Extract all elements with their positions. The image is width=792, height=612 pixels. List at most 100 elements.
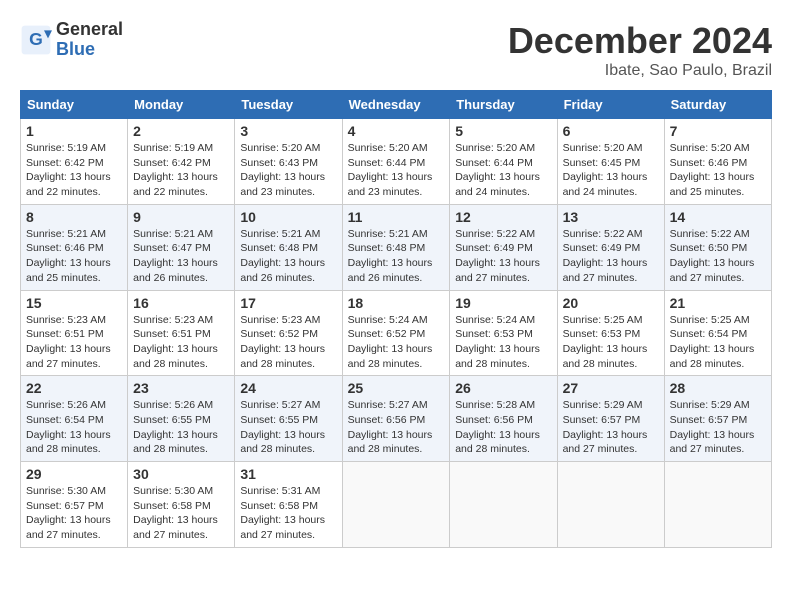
svg-text:G: G (29, 29, 43, 49)
day-info: Sunrise: 5:23 AM Sunset: 6:52 PM Dayligh… (240, 313, 336, 372)
calendar-cell: 25 Sunrise: 5:27 AM Sunset: 6:56 PM Dayli… (342, 376, 450, 462)
day-number: 8 (26, 209, 122, 225)
calendar-cell: 1Sunrise: 5:19 AM Sunset: 6:42 PM Daylig… (21, 119, 128, 205)
day-info: Sunrise: 5:20 AM Sunset: 6:45 PM Dayligh… (563, 141, 659, 200)
calendar-cell: 18 Sunrise: 5:24 AM Sunset: 6:52 PM Dayli… (342, 290, 450, 376)
calendar-header: SundayMondayTuesdayWednesdayThursdayFrid… (21, 91, 772, 119)
calendar-cell (557, 462, 664, 548)
calendar-body: 1 Sunrise: 5:19 AM Sunset: 6:42 PM Daylig… (21, 119, 772, 548)
day-number: 24 (240, 380, 336, 396)
calendar-cell: 17 Sunrise: 5:23 AM Sunset: 6:52 PM Dayli… (235, 290, 342, 376)
calendar-cell: 28Sunrise: 5:29 AM Sunset: 6:57 PM Dayli… (664, 376, 771, 462)
day-info: Sunrise: 5:23 AM Sunset: 6:51 PM Dayligh… (133, 313, 229, 372)
weekday-header-friday: Friday (557, 91, 664, 119)
day-number: 14 (670, 209, 766, 225)
calendar-cell (342, 462, 450, 548)
day-number: 1 (26, 123, 122, 139)
day-info: Sunrise: 5:25 AM Sunset: 6:54 PM Dayligh… (670, 313, 766, 372)
day-info: Sunrise: 5:27 AM Sunset: 6:55 PM Dayligh… (240, 398, 336, 457)
day-info: Sunrise: 5:21 AM Sunset: 6:48 PM Dayligh… (240, 227, 336, 286)
calendar-cell: 8Sunrise: 5:21 AM Sunset: 6:46 PM Daylig… (21, 204, 128, 290)
day-number: 20 (563, 295, 659, 311)
day-info: Sunrise: 5:26 AM Sunset: 6:54 PM Dayligh… (26, 398, 122, 457)
calendar-cell: 30 Sunrise: 5:30 AM Sunset: 6:58 PM Dayli… (128, 462, 235, 548)
weekday-header-saturday: Saturday (664, 91, 771, 119)
calendar-cell: 3 Sunrise: 5:20 AM Sunset: 6:43 PM Daylig… (235, 119, 342, 205)
day-info: Sunrise: 5:22 AM Sunset: 6:50 PM Dayligh… (670, 227, 766, 286)
day-info: Sunrise: 5:20 AM Sunset: 6:44 PM Dayligh… (348, 141, 445, 200)
day-number: 2 (133, 123, 229, 139)
day-info: Sunrise: 5:25 AM Sunset: 6:53 PM Dayligh… (563, 313, 659, 372)
day-number: 17 (240, 295, 336, 311)
weekday-header-monday: Monday (128, 91, 235, 119)
day-info: Sunrise: 5:21 AM Sunset: 6:47 PM Dayligh… (133, 227, 229, 286)
day-number: 3 (240, 123, 336, 139)
day-number: 29 (26, 466, 122, 482)
day-number: 15 (26, 295, 122, 311)
day-number: 18 (348, 295, 445, 311)
day-info: Sunrise: 5:24 AM Sunset: 6:53 PM Dayligh… (455, 313, 551, 372)
logo-line2: Blue (56, 40, 123, 60)
calendar-cell: 7 Sunrise: 5:20 AM Sunset: 6:46 PM Daylig… (664, 119, 771, 205)
calendar-cell: 6 Sunrise: 5:20 AM Sunset: 6:45 PM Daylig… (557, 119, 664, 205)
calendar-cell: 15 Sunrise: 5:23 AM Sunset: 6:51 PM Dayli… (21, 290, 128, 376)
calendar-cell: 11 Sunrise: 5:21 AM Sunset: 6:48 PM Dayli… (342, 204, 450, 290)
day-info: Sunrise: 5:24 AM Sunset: 6:52 PM Dayligh… (348, 313, 445, 372)
calendar-cell: 29Sunrise: 5:30 AM Sunset: 6:57 PM Dayli… (21, 462, 128, 548)
calendar-cell: 16 Sunrise: 5:23 AM Sunset: 6:51 PM Dayli… (128, 290, 235, 376)
day-info: Sunrise: 5:21 AM Sunset: 6:48 PM Dayligh… (348, 227, 445, 286)
calendar-cell: 13 Sunrise: 5:22 AM Sunset: 6:49 PM Dayli… (557, 204, 664, 290)
calendar-cell: 27Sunrise: 5:29 AM Sunset: 6:57 PM Dayli… (557, 376, 664, 462)
day-number: 4 (348, 123, 445, 139)
weekday-header-sunday: Sunday (21, 91, 128, 119)
calendar-cell: 20 Sunrise: 5:25 AM Sunset: 6:53 PM Dayli… (557, 290, 664, 376)
day-number: 16 (133, 295, 229, 311)
title-block: December 2024 Ibate, Sao Paulo, Brazil (508, 20, 772, 80)
day-number: 11 (348, 209, 445, 225)
calendar-cell: 12Sunrise: 5:22 AM Sunset: 6:49 PM Dayli… (450, 204, 557, 290)
calendar-cell (664, 462, 771, 548)
logo-icon: G (20, 24, 52, 56)
day-info: Sunrise: 5:27 AM Sunset: 6:56 PM Dayligh… (348, 398, 445, 457)
day-number: 22 (26, 380, 122, 396)
day-number: 5 (455, 123, 551, 139)
day-number: 7 (670, 123, 766, 139)
day-info: Sunrise: 5:20 AM Sunset: 6:43 PM Dayligh… (240, 141, 336, 200)
day-info: Sunrise: 5:20 AM Sunset: 6:46 PM Dayligh… (670, 141, 766, 200)
calendar-cell: 9Sunrise: 5:21 AM Sunset: 6:47 PM Daylig… (128, 204, 235, 290)
day-info: Sunrise: 5:31 AM Sunset: 6:58 PM Dayligh… (240, 484, 336, 543)
calendar-week-3: 15 Sunrise: 5:23 AM Sunset: 6:51 PM Dayli… (21, 290, 772, 376)
calendar-cell: 26 Sunrise: 5:28 AM Sunset: 6:56 PM Dayli… (450, 376, 557, 462)
day-number: 12 (455, 209, 551, 225)
weekday-header-row: SundayMondayTuesdayWednesdayThursdayFrid… (21, 91, 772, 119)
logo-text: General Blue (56, 20, 123, 60)
calendar-cell: 31Sunrise: 5:31 AM Sunset: 6:58 PM Dayli… (235, 462, 342, 548)
day-info: Sunrise: 5:30 AM Sunset: 6:58 PM Dayligh… (133, 484, 229, 543)
day-info: Sunrise: 5:19 AM Sunset: 6:42 PM Dayligh… (133, 141, 229, 200)
day-number: 10 (240, 209, 336, 225)
day-number: 30 (133, 466, 229, 482)
day-info: Sunrise: 5:22 AM Sunset: 6:49 PM Dayligh… (563, 227, 659, 286)
day-number: 27 (563, 380, 659, 396)
day-info: Sunrise: 5:28 AM Sunset: 6:56 PM Dayligh… (455, 398, 551, 457)
day-info: Sunrise: 5:23 AM Sunset: 6:51 PM Dayligh… (26, 313, 122, 372)
day-number: 13 (563, 209, 659, 225)
day-number: 25 (348, 380, 445, 396)
calendar-table: SundayMondayTuesdayWednesdayThursdayFrid… (20, 90, 772, 548)
calendar-cell: 23Sunrise: 5:26 AM Sunset: 6:55 PM Dayli… (128, 376, 235, 462)
day-number: 6 (563, 123, 659, 139)
weekday-header-tuesday: Tuesday (235, 91, 342, 119)
location: Ibate, Sao Paulo, Brazil (508, 62, 772, 80)
day-number: 28 (670, 380, 766, 396)
weekday-header-thursday: Thursday (450, 91, 557, 119)
calendar-cell: 22 Sunrise: 5:26 AM Sunset: 6:54 PM Dayli… (21, 376, 128, 462)
calendar-cell: 21Sunrise: 5:25 AM Sunset: 6:54 PM Dayli… (664, 290, 771, 376)
weekday-header-wednesday: Wednesday (342, 91, 450, 119)
calendar-week-4: 22 Sunrise: 5:26 AM Sunset: 6:54 PM Dayli… (21, 376, 772, 462)
day-number: 23 (133, 380, 229, 396)
calendar-cell: 19Sunrise: 5:24 AM Sunset: 6:53 PM Dayli… (450, 290, 557, 376)
logo: G General Blue (20, 20, 123, 60)
day-number: 26 (455, 380, 551, 396)
calendar-week-5: 29Sunrise: 5:30 AM Sunset: 6:57 PM Dayli… (21, 462, 772, 548)
calendar-week-1: 1 Sunrise: 5:19 AM Sunset: 6:42 PM Daylig… (21, 119, 772, 205)
